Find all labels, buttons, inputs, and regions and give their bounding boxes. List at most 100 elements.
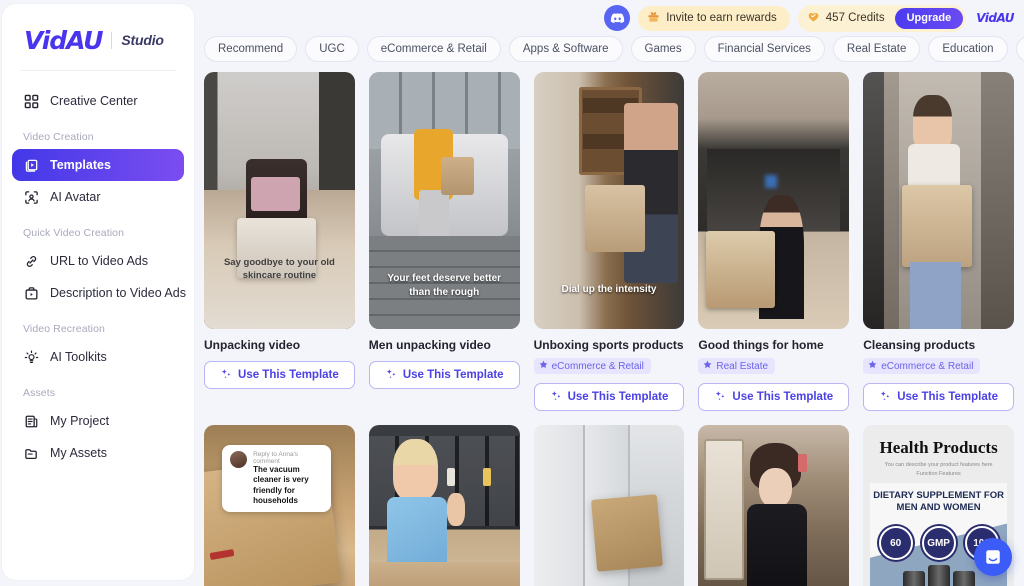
template-card[interactable] <box>533 425 685 586</box>
bottle <box>902 571 925 586</box>
template-card[interactable]: Say goodbye to your old skincare routine… <box>204 72 355 411</box>
lightbulb-icon <box>23 349 39 365</box>
sidebar: VidAU Studio Creative Center Video Creat… <box>2 4 194 580</box>
sparkle-icon <box>220 368 232 383</box>
comment-reply-label: Reply to Anna's comment <box>253 450 299 465</box>
category-real-estate[interactable]: Real Estate <box>832 36 921 62</box>
sidebar-item-my-project[interactable]: My Project <box>12 405 184 437</box>
use-this-template-label: Use This Template <box>897 391 998 403</box>
template-title: Unpacking video <box>204 338 301 352</box>
sidebar-item-label: AI Toolkits <box>50 350 107 364</box>
brand-subtitle: Studio <box>121 32 164 48</box>
sidebar-item-url-to-video-ads[interactable]: URL to Video Ads <box>12 245 184 277</box>
seal-badge: GMP <box>921 526 956 560</box>
seal-badge: 60 <box>878 526 913 560</box>
template-title: Cleansing products <box>863 338 976 352</box>
template-card[interactable] <box>698 425 850 586</box>
use-this-template-button[interactable]: Use This Template <box>863 383 1014 411</box>
template-grid: Say goodbye to your old skincare routine… <box>204 72 1014 586</box>
vidau-mini-logo[interactable]: VidAU <box>974 11 1014 25</box>
invite-to-earn-rewards-button[interactable]: Invite to earn rewards <box>638 5 790 31</box>
brand-logo: VidAU <box>24 25 104 55</box>
credits-pill: 457 Credits Upgrade <box>797 4 967 32</box>
template-thumbnail[interactable]: Reply to Anna's comment The vacuum clean… <box>204 425 355 586</box>
template-tag: Real Estate <box>698 358 776 374</box>
category-recommend[interactable]: Recommend <box>204 36 298 62</box>
comment-text: The vacuum cleaner is very friendly for … <box>253 464 309 505</box>
app-root: VidAU Studio Creative Center Video Creat… <box>0 0 1024 586</box>
category-games[interactable]: Games <box>630 36 696 62</box>
sparkle-icon <box>714 390 726 405</box>
category-filter-bar: Recommend UGC eCommerce & Retail Apps & … <box>194 32 1024 62</box>
sidebar-item-ai-avatar[interactable]: AI Avatar <box>12 181 184 213</box>
project-icon <box>23 413 39 429</box>
template-title: Unboxing sports products <box>533 338 684 352</box>
template-thumbnail[interactable]: Say goodbye to your old skincare routine <box>204 72 355 329</box>
chat-icon[interactable] <box>974 538 1012 576</box>
sidebar-item-label: URL to Video Ads <box>50 254 148 268</box>
star-icon <box>539 360 548 372</box>
sidebar-item-my-assets[interactable]: My Assets <box>12 437 184 469</box>
template-thumbnail[interactable]: Dial up the intensity <box>533 72 685 329</box>
link-icon <box>23 253 39 269</box>
poster-heading: DIETARY SUPPLEMENT FOR MEN AND WOMEN <box>873 490 1004 513</box>
sidebar-item-creative-center[interactable]: Creative Center <box>12 85 184 117</box>
category-ecommerce-retail[interactable]: eCommerce & Retail <box>366 36 501 62</box>
sidebar-item-ai-toolkits[interactable]: AI Toolkits <box>12 341 184 373</box>
template-card[interactable]: Your feet deserve better than the rough … <box>368 72 520 411</box>
sidebar-item-templates[interactable]: Templates <box>12 149 184 181</box>
template-thumbnail[interactable] <box>533 425 685 586</box>
template-thumbnail[interactable] <box>368 425 520 586</box>
template-thumbnail[interactable] <box>698 425 850 586</box>
template-card[interactable]: Reply to Anna's comment The vacuum clean… <box>204 425 355 586</box>
use-this-template-label: Use This Template <box>567 391 669 403</box>
upgrade-button[interactable]: Upgrade <box>894 7 964 29</box>
sidebar-item-label: My Assets <box>50 446 107 460</box>
main-content: Invite to earn rewards 457 Credits Upgra… <box>194 0 1024 586</box>
star-icon <box>868 360 877 372</box>
sidebar-item-description-to-video-ads[interactable]: Description to Video Ads <box>12 277 186 309</box>
template-card[interactable]: Dial up the intensity Unboxing sports pr… <box>533 72 685 411</box>
sidebar-item-label: My Project <box>50 414 110 428</box>
thumbnail-caption: Dial up the intensity <box>561 283 657 295</box>
template-grid-scroll[interactable]: Say goodbye to your old skincare routine… <box>194 62 1024 586</box>
template-card[interactable]: Good things for home Real Estate Use Thi… <box>698 72 850 411</box>
topbar: Invite to earn rewards 457 Credits Upgra… <box>194 0 1024 32</box>
sidebar-group-title-video-creation: Video Creation <box>23 131 94 143</box>
folder-icon <box>23 445 39 461</box>
templates-icon <box>23 157 39 173</box>
sidebar-item-label: Description to Video Ads <box>50 286 186 300</box>
use-this-template-button[interactable]: Use This Template <box>698 383 850 411</box>
template-thumbnail[interactable]: Your feet deserve better than the rough <box>368 72 520 329</box>
category-ugc[interactable]: UGC <box>305 36 359 62</box>
use-this-template-button[interactable]: Use This Template <box>533 383 685 411</box>
poster-subtitle: You can describe your product features h… <box>884 462 993 478</box>
sidebar-group-title-assets: Assets <box>23 387 56 399</box>
template-tag-label: eCommerce & Retail <box>551 360 644 372</box>
template-title: Men unpacking video <box>368 338 491 352</box>
template-card[interactable]: Cleansing products eCommerce & Retail Us… <box>863 72 1014 411</box>
category-health-fitness[interactable]: Health & Fitness <box>1015 36 1024 62</box>
template-tag: eCommerce & Retail <box>533 358 651 374</box>
template-thumbnail[interactable] <box>698 72 850 329</box>
use-this-template-button[interactable]: Use This Template <box>204 361 355 389</box>
category-financial-services[interactable]: Financial Services <box>703 36 825 62</box>
invite-label: Invite to earn rewards <box>666 12 777 24</box>
brand[interactable]: VidAU Studio <box>2 4 194 60</box>
template-thumbnail[interactable] <box>863 72 1014 329</box>
discord-icon[interactable] <box>604 5 631 31</box>
category-education[interactable]: Education <box>928 36 1008 62</box>
sidebar-group-title-quick-video-creation: Quick Video Creation <box>23 227 125 239</box>
use-this-template-button[interactable]: Use This Template <box>368 361 520 389</box>
category-apps-software[interactable]: Apps & Software <box>508 36 623 62</box>
sparkle-icon <box>879 390 891 405</box>
sidebar-item-label: Creative Center <box>50 94 138 108</box>
sparkle-icon <box>550 390 562 405</box>
sidebar-item-label: Templates <box>50 158 111 172</box>
thumbnail-caption: Your feet deserve better than the rough <box>387 273 502 298</box>
template-card[interactable] <box>368 425 520 586</box>
avatar <box>230 450 248 468</box>
grid-icon <box>23 93 39 109</box>
use-this-template-label: Use This Template <box>238 369 339 381</box>
comment-overlay: Reply to Anna's comment The vacuum clean… <box>222 444 331 513</box>
